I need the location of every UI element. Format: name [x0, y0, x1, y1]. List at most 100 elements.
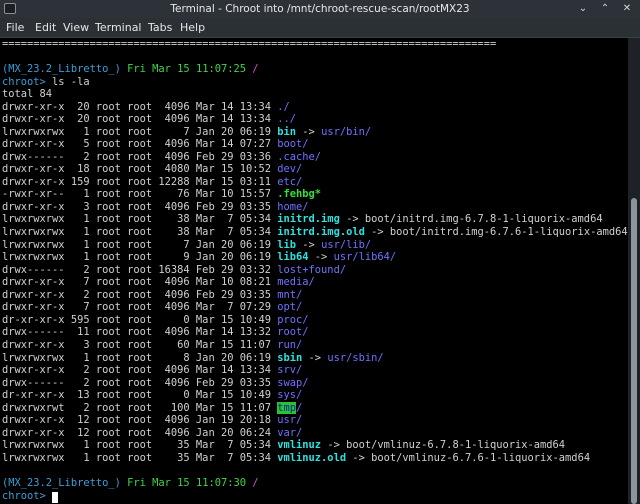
file-name: mnt/ [277, 288, 303, 301]
minimize-icon[interactable]: ⌄ [576, 2, 590, 16]
list-item: dr-xr-xr-x 13 root root 0 Mar 15 10:49 s… [2, 389, 302, 402]
total-line: total 84 [2, 88, 53, 100]
prompt-cwd: / [252, 63, 259, 75]
list-item: drwx------ 2 root root 16384 Feb 29 03:3… [2, 264, 346, 277]
close-icon[interactable]: ✕ [620, 2, 634, 16]
file-meta: -rwxr-xr-- 1 root root 76 Mar 10 15:57 [2, 188, 278, 201]
prompt-host: (MX_23.2_Libretto_) [2, 63, 121, 75]
file-name: lost+found/ [277, 263, 347, 276]
file-meta: drwxr-xr-x 20 root root 4096 Mar 14 13:3… [2, 100, 278, 113]
file-name: ../ [277, 113, 297, 126]
file-meta: lrwxrwxrwx 1 root root 7 Jan 20 06:19 [2, 238, 278, 251]
list-item: drwxr-xr-x 7 root root 4096 Mar 10 08:21… [2, 276, 315, 289]
file-name: var/ [277, 426, 303, 439]
file-meta: drwx------ 11 root root 4096 Mar 14 13:3… [2, 326, 278, 339]
symlink-target: boot/initrd.img-6.7.8-1-liquorix-amd64 [364, 213, 603, 226]
text-cursor [52, 492, 58, 503]
menu-edit[interactable]: Edit [35, 21, 56, 34]
file-name: initrd.img [277, 213, 340, 226]
file-meta: drwxr-xr-x 159 root root 12288 Mar 15 03… [2, 175, 278, 188]
file-meta: drwxr-xr-x 12 root root 4096 Jan 19 20:1… [2, 414, 278, 427]
file-name: dev/ [277, 163, 303, 176]
prompt-date: Fri Mar 15 11:07:30 [127, 477, 246, 489]
file-meta: drwxr-xr-x 20 root root 4096 Mar 14 13:3… [2, 113, 278, 126]
prompt-header: (MX_23.2_Libretto_) Fri Mar 15 11:07:25 … [2, 63, 259, 76]
list-item: drwx------ 11 root root 4096 Mar 14 13:3… [2, 326, 309, 339]
file-name: vmlinuz.old [277, 451, 347, 464]
prompt-label: chroot> [2, 489, 46, 502]
file-name: bin [277, 125, 297, 138]
symlink-target: boot/vmlinuz-6.7.6-1-liquorix-amd64 [371, 451, 591, 464]
file-name: lib64 [277, 251, 309, 264]
list-item: lrwxrwxrwx 1 root root 7 Jan 20 06:19 li… [2, 239, 371, 252]
separator-line: ========================================… [2, 38, 497, 50]
file-meta: drwx------ 2 root root 4096 Feb 29 03:35 [2, 376, 278, 389]
menu-view[interactable]: View [63, 21, 89, 34]
file-name: root/ [277, 326, 309, 339]
list-item: drwxrwxrwt 2 root root 100 Mar 15 11:07 … [2, 401, 302, 415]
symlink-target: usr/bin/ [321, 125, 372, 138]
symlink-target: boot/initrd.img-6.7.6-1-liquorix-amd64 [389, 226, 628, 238]
file-name: ./ [277, 100, 290, 113]
file-name: lib [277, 238, 297, 251]
file-meta: lrwxrwxrwx 1 root root 35 Mar 7 05:34 [2, 451, 278, 464]
list-item: drwxr-xr-x 12 root root 4096 Jan 20 06:2… [2, 427, 302, 440]
vertical-scrollbar[interactable] [628, 38, 640, 504]
list-item: drwxr-xr-x 159 root root 12288 Mar 15 03… [2, 176, 302, 189]
file-meta: drwx------ 2 root root 4096 Feb 29 03:36 [2, 150, 278, 163]
list-item: drwxr-xr-x 5 root root 4096 Mar 14 07:27… [2, 138, 309, 151]
scrollbar-thumb[interactable] [631, 198, 637, 504]
list-item: drwxr-xr-x 20 root root 4096 Mar 14 13:3… [2, 101, 290, 114]
file-name: tmp [277, 401, 297, 414]
list-item: drwxr-xr-x 20 root root 4096 Mar 14 13:3… [2, 113, 296, 126]
command-line: chroot> ls -la [2, 76, 90, 89]
prompt-date: Fri Mar 15 11:07:25 [127, 63, 246, 75]
symlink-arrow: -> [296, 125, 322, 138]
list-item: drwxr-xr-x 12 root root 4096 Jan 19 20:1… [2, 414, 302, 427]
file-meta: drwxrwxrwt 2 root root 100 Mar 15 11:07 [2, 401, 278, 414]
symlink-target: usr/lib64/ [333, 251, 397, 264]
list-item: lrwxrwxrwx 1 root root 7 Jan 20 06:19 bi… [2, 126, 371, 139]
symlink-arrow: -> [364, 226, 390, 238]
list-item: drwx------ 2 root root 4096 Feb 29 03:35… [2, 377, 309, 390]
file-name: home/ [277, 200, 309, 213]
symlink-target: usr/lib/ [321, 238, 372, 251]
list-item: drwxr-xr-x 2 root root 4096 Feb 29 03:35… [2, 289, 302, 302]
prompt-label: chroot> [2, 75, 46, 88]
file-meta: drwxr-xr-x 12 root root 4096 Jan 20 06:2… [2, 426, 278, 439]
terminal-output[interactable]: ========================================… [0, 38, 628, 504]
file-meta: drwxr-xr-x 5 root root 4096 Mar 14 07:27 [2, 138, 278, 151]
list-item: lrwxrwxrwx 1 root root 8 Jan 20 06:19 sb… [2, 352, 384, 365]
menu-tabs[interactable]: Tabs [148, 21, 172, 34]
file-name: .fehbg* [277, 188, 322, 201]
file-name: .cache/ [277, 150, 322, 163]
file-meta: drwxr-xr-x 3 root root 4096 Feb 29 03:35 [2, 200, 278, 213]
file-meta: drwxr-xr-x 3 root root 60 Mar 15 11:07 [2, 338, 278, 351]
symlink-target: usr/sbin/ [327, 351, 384, 364]
file-meta: drwxr-xr-x 18 root root 4080 Mar 15 10:5… [2, 163, 278, 176]
file-meta: lrwxrwxrwx 1 root root 9 Jan 20 06:19 [2, 251, 278, 264]
file-meta: lrwxrwxrwx 1 root root 8 Jan 20 06:19 [2, 351, 278, 364]
menu-terminal[interactable]: Terminal [95, 21, 142, 34]
list-item: lrwxrwxrwx 1 root root 38 Mar 7 05:34 in… [2, 213, 603, 226]
menu-help[interactable]: Help [180, 21, 205, 34]
prompt-host: (MX_23.2_Libretto_) [2, 477, 121, 489]
symlink-arrow: -> [296, 238, 322, 251]
maximize-icon[interactable]: ⌃ [598, 2, 612, 16]
symlink-arrow: -> [321, 439, 347, 452]
file-name: proc/ [277, 313, 309, 326]
menu-file[interactable]: File [6, 21, 24, 34]
list-item: drwxr-xr-x 18 root root 4080 Mar 15 10:5… [2, 163, 302, 176]
file-name: sys/ [277, 389, 303, 402]
prompt-cwd: / [252, 477, 259, 489]
file-meta: lrwxrwxrwx 1 root root 35 Mar 7 05:34 [2, 439, 278, 452]
list-item: drwx------ 2 root root 4096 Feb 29 03:36… [2, 151, 321, 164]
list-item: drwxr-xr-x 3 root root 60 Mar 15 11:07 r… [2, 339, 302, 352]
command-line[interactable]: chroot> [2, 490, 46, 503]
prompt-header: (MX_23.2_Libretto_) Fri Mar 15 11:07:30 … [2, 477, 259, 490]
file-name: usr/ [277, 414, 303, 427]
list-item: drwxr-xr-x 7 root root 4096 Mar 7 07:29 … [2, 301, 302, 314]
file-meta: drwxr-xr-x 2 root root 4096 Feb 29 03:35 [2, 288, 278, 301]
title-bar[interactable]: Terminal - Chroot into /mnt/chroot-rescu… [0, 0, 640, 19]
list-item: lrwxrwxrwx 1 root root 35 Mar 7 05:34 vm… [2, 452, 590, 465]
